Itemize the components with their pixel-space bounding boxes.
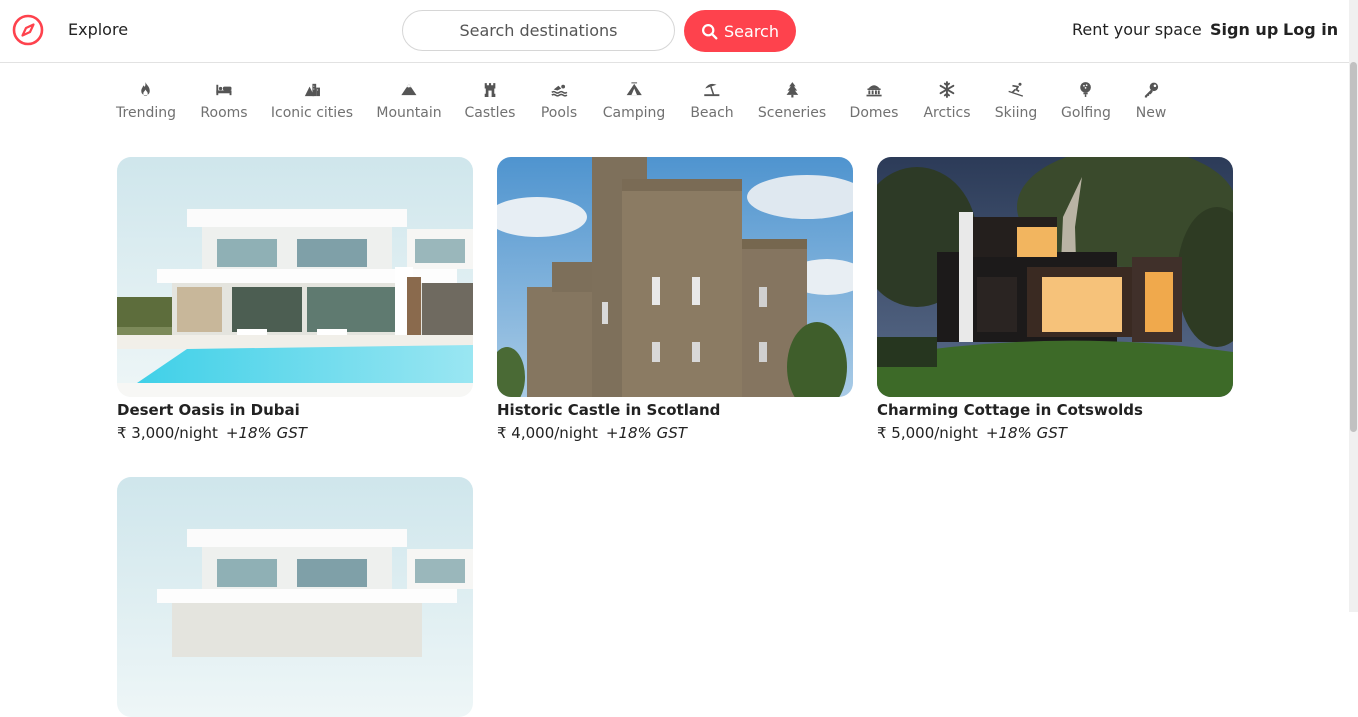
swimmer-icon [550, 78, 568, 100]
filter-label: New [1135, 105, 1167, 121]
listing-card[interactable]: Desert Oasis in Dubai ₹ 3,000/night +18% … [117, 157, 473, 442]
rent-your-space-link[interactable]: Rent your space [1072, 20, 1202, 39]
page-scrollbar[interactable] [1349, 0, 1358, 612]
listing-price: ₹ 5,000/night +18% GST [877, 424, 1233, 442]
scrollbar-thumb[interactable] [1350, 62, 1357, 432]
filter-label: Castles [464, 105, 516, 121]
filter-mountain[interactable]: Mountain [376, 78, 442, 121]
search-button-label: Search [724, 21, 779, 41]
skier-icon [1007, 78, 1024, 100]
filter-rooms[interactable]: Rooms [200, 78, 248, 121]
listing-image [877, 157, 1233, 397]
search-input[interactable] [402, 10, 675, 51]
filter-iconic-cities[interactable]: Iconic cities [271, 78, 353, 121]
explore-link[interactable]: Explore [68, 20, 128, 39]
key-icon [1142, 78, 1159, 100]
price-per-night: ₹ 3,000/night [117, 424, 218, 442]
dome-icon [865, 78, 882, 100]
filter-domes[interactable]: Domes [849, 78, 899, 121]
listing-image [117, 157, 473, 397]
tree-icon [784, 78, 801, 100]
listing-title: Historic Castle in Scotland [497, 401, 721, 419]
listing-image [117, 477, 473, 717]
filter-label: Camping [602, 105, 666, 121]
navbar: Explore Search Rent your space Sign up L… [0, 0, 1349, 63]
filter-camping[interactable]: Camping [602, 78, 666, 121]
listing-price: ₹ 4,000/night +18% GST [497, 424, 853, 442]
gst-note: +18% GST [605, 424, 687, 442]
search-button[interactable]: Search [684, 10, 796, 52]
gst-note: +18% GST [225, 424, 307, 442]
login-link[interactable]: Log in [1283, 20, 1338, 39]
listing-image [497, 157, 853, 397]
umbrella-beach-icon [704, 78, 721, 100]
filter-new[interactable]: New [1135, 78, 1167, 121]
bed-icon [215, 78, 232, 100]
filter-label: Skiing [994, 105, 1038, 121]
listing-card[interactable] [117, 477, 473, 717]
filter-label: Golfing [1061, 105, 1111, 121]
filter-arctics[interactable]: Arctics [923, 78, 971, 121]
filter-label: Sceneries [757, 105, 827, 121]
city-icon [304, 78, 321, 100]
listing-card[interactable]: Historic Castle in Scotland ₹ 4,000/nigh… [497, 157, 853, 442]
signup-link[interactable]: Sign up [1210, 20, 1278, 39]
fire-icon [138, 78, 155, 100]
castle-icon [482, 78, 499, 100]
filter-label: Domes [849, 105, 899, 121]
tent-icon [626, 78, 643, 100]
filter-label: Iconic cities [270, 105, 354, 121]
golf-ball-icon [1077, 78, 1094, 100]
filter-trending[interactable]: Trending [116, 78, 176, 121]
snowflake-icon [939, 78, 956, 100]
filter-castles[interactable]: Castles [464, 78, 516, 121]
filter-pools[interactable]: Pools [541, 78, 577, 121]
filter-golfing[interactable]: Golfing [1061, 78, 1111, 121]
filter-label: Arctics [923, 105, 971, 121]
category-filters: Trending Rooms Iconic cities Mountain Ca… [0, 78, 1349, 128]
filter-label: Rooms [200, 105, 248, 121]
filter-skiing[interactable]: Skiing [994, 78, 1038, 121]
filter-label: Mountain [376, 105, 442, 121]
compass-logo-icon[interactable] [12, 14, 44, 46]
gst-note: +18% GST [985, 424, 1067, 442]
listing-card[interactable]: Charming Cottage in Cotswolds ₹ 5,000/ni… [877, 157, 1233, 442]
listing-title: Charming Cottage in Cotswolds [877, 401, 1143, 419]
filter-label: Trending [116, 105, 176, 121]
filter-label: Beach [690, 105, 734, 121]
listing-title: Desert Oasis in Dubai [117, 401, 300, 419]
filter-beach[interactable]: Beach [690, 78, 734, 121]
price-per-night: ₹ 4,000/night [497, 424, 598, 442]
filter-label: Pools [540, 105, 578, 121]
search-icon [702, 23, 718, 39]
listing-price: ₹ 3,000/night +18% GST [117, 424, 473, 442]
filter-sceneries[interactable]: Sceneries [758, 78, 826, 121]
mountain-icon [400, 78, 417, 100]
price-per-night: ₹ 5,000/night [877, 424, 978, 442]
